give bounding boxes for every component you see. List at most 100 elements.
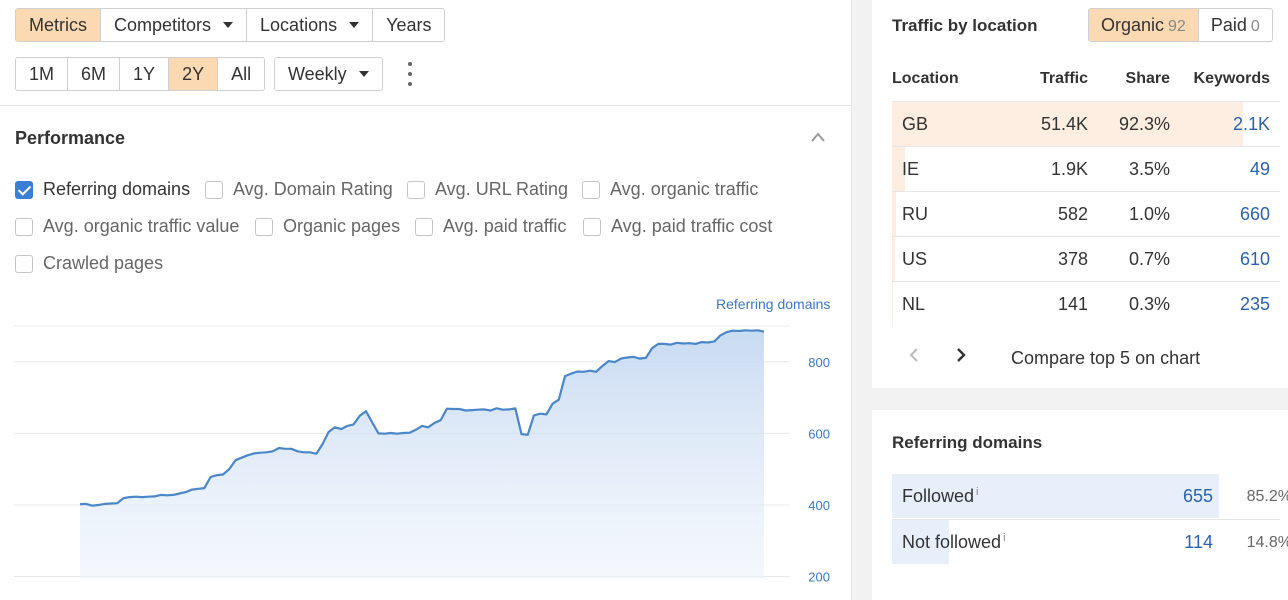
tab-locations-label: Locations xyxy=(260,15,338,35)
domains-percent: 85.2% xyxy=(1246,488,1288,505)
toggle-organic[interactable]: Organic 92 xyxy=(1089,9,1198,41)
report-tabs: Metrics Competitors Locations Years xyxy=(15,8,446,42)
traffic-cell: 582 xyxy=(1057,204,1088,224)
chevron-left-icon[interactable] xyxy=(908,346,920,364)
range-2y[interactable]: 2Y xyxy=(169,58,219,90)
traffic-by-location-card: Traffic by location Organic 92 Paid 0 Loca… xyxy=(872,0,1288,388)
chevron-right-icon[interactable] xyxy=(955,346,967,364)
traffic-cell: 1.9K xyxy=(1050,159,1088,179)
domains-count-link[interactable]: 655 xyxy=(1183,486,1213,507)
checkbox-box[interactable] xyxy=(255,217,273,236)
checkbox-box[interactable] xyxy=(15,217,33,236)
toggle-paid-label: Paid xyxy=(1210,15,1247,35)
table-row[interactable]: RU 582 1.0% 660 xyxy=(892,191,1280,236)
checkbox-label: Avg. paid traffic cost xyxy=(611,216,773,236)
info-icon[interactable]: i xyxy=(976,486,978,498)
list-item[interactable]: Not followed i 114 14.8% xyxy=(892,519,1288,564)
tab-years[interactable]: Years xyxy=(373,9,445,41)
checkbox-label: Organic pages xyxy=(283,216,401,236)
location-cell: US xyxy=(902,249,928,269)
column-share[interactable]: Share xyxy=(1126,70,1170,88)
checkbox-box[interactable] xyxy=(15,254,33,273)
share-cell: 1.0% xyxy=(1128,204,1170,224)
checkbox-box[interactable] xyxy=(583,217,601,236)
checkbox-label: Crawled pages xyxy=(43,253,164,273)
checkbox-avg-paid-traffic[interactable]: Avg. paid traffic xyxy=(415,216,566,237)
y-tick-label: 600 xyxy=(808,426,830,441)
link-type-text: Followed xyxy=(902,486,975,506)
y-tick-label: 400 xyxy=(808,498,830,513)
column-location[interactable]: Location xyxy=(892,70,959,88)
chart-area xyxy=(80,330,764,578)
traffic-cell: 378 xyxy=(1057,249,1088,269)
referring-domains-chart[interactable]: 800 600 400 200 xyxy=(0,318,852,600)
traffic-cell: 141 xyxy=(1057,294,1088,314)
keywords-link[interactable]: 660 xyxy=(1240,204,1270,225)
checkbox-avg-domain-rating[interactable]: Avg. Domain Rating xyxy=(205,179,393,200)
checkbox-avg-url-rating[interactable]: Avg. URL Rating xyxy=(407,179,568,200)
info-icon[interactable]: i xyxy=(1003,532,1005,544)
referring-domains-card: Referring domains Followed i 655 85.2% Not f… xyxy=(872,410,1288,600)
checkbox-crawled-pages[interactable]: Crawled pages xyxy=(15,253,163,274)
tab-metrics[interactable]: Metrics xyxy=(16,9,101,41)
link-type-label: Not followed i xyxy=(902,532,1006,553)
checkbox-avg-paid-traffic-cost[interactable]: Avg. paid traffic cost xyxy=(583,216,772,237)
checkbox-avg-organic-traffic-value[interactable]: Avg. organic traffic value xyxy=(15,216,239,237)
tab-competitors[interactable]: Competitors xyxy=(101,9,248,41)
toggle-paid[interactable]: Paid 0 xyxy=(1199,9,1272,41)
column-keywords[interactable]: Keywords xyxy=(1194,70,1270,88)
keywords-link[interactable]: 2.1K xyxy=(1233,114,1270,135)
domains-percent: 14.8% xyxy=(1246,534,1288,551)
toggle-organic-count: 92 xyxy=(1168,18,1186,35)
checkbox-label: Avg. paid traffic xyxy=(443,216,567,236)
interval-dropdown[interactable]: Weekly xyxy=(274,57,383,91)
checkbox-organic-pages[interactable]: Organic pages xyxy=(255,216,400,237)
checkbox-label: Avg. organic traffic xyxy=(610,179,759,199)
checkbox-box[interactable] xyxy=(15,180,33,199)
chart-legend: Referring domains xyxy=(716,296,831,312)
compare-top5-link[interactable]: Compare top 5 on chart xyxy=(1011,348,1200,369)
pagination xyxy=(908,346,967,364)
checkbox-label: Avg. Domain Rating xyxy=(233,179,393,199)
chevron-up-icon[interactable] xyxy=(810,130,826,144)
share-bar xyxy=(892,282,894,326)
location-cell: RU xyxy=(902,204,928,224)
location-cell: GB xyxy=(902,114,929,134)
share-bar xyxy=(892,192,896,236)
table-row[interactable]: NL 141 0.3% 235 xyxy=(892,281,1280,326)
checkbox-box[interactable] xyxy=(407,180,425,199)
performance-title: Performance xyxy=(15,128,126,148)
checkbox-box[interactable] xyxy=(415,217,433,236)
interval-select[interactable]: Weekly xyxy=(275,58,382,90)
checkbox-box[interactable] xyxy=(582,180,600,199)
domains-count-link[interactable]: 114 xyxy=(1184,532,1213,553)
keywords-link[interactable]: 49 xyxy=(1250,159,1270,180)
keywords-link[interactable]: 235 xyxy=(1240,294,1270,315)
checkbox-referring-domains[interactable]: Referring domains xyxy=(15,179,190,200)
range-1m[interactable]: 1M xyxy=(16,58,69,90)
more-options-icon[interactable] xyxy=(404,62,416,86)
range-6m[interactable]: 6M xyxy=(68,58,121,90)
checkbox-label: Avg. URL Rating xyxy=(435,179,569,199)
interval-label: Weekly xyxy=(288,64,347,84)
table-row[interactable]: GB 51.4K 92.3% 2.1K xyxy=(892,101,1280,146)
checkbox-label: Referring domains xyxy=(43,179,191,199)
table-row[interactable]: US 378 0.7% 610 xyxy=(892,236,1280,281)
share-cell: 0.7% xyxy=(1128,249,1170,269)
traffic-type-toggle: Organic 92 Paid 0 xyxy=(1088,8,1273,42)
traffic-title: Traffic by location xyxy=(892,16,1038,35)
tab-competitors-label: Competitors xyxy=(114,15,212,35)
checkbox-box[interactable] xyxy=(205,180,223,199)
y-tick-label: 800 xyxy=(808,355,830,370)
traffic-cell: 51.4K xyxy=(1040,114,1088,134)
tab-locations[interactable]: Locations xyxy=(247,9,374,41)
list-item[interactable]: Followed i 655 85.2% xyxy=(892,474,1288,518)
range-1y[interactable]: 1Y xyxy=(120,58,170,90)
checkbox-avg-organic-traffic[interactable]: Avg. organic traffic xyxy=(582,179,758,200)
table-row[interactable]: IE 1.9K 3.5% 49 xyxy=(892,146,1280,191)
column-traffic[interactable]: Traffic xyxy=(1040,70,1088,88)
range-all[interactable]: All xyxy=(218,58,265,90)
checkbox-label: Avg. organic traffic value xyxy=(43,216,240,236)
keywords-link[interactable]: 610 xyxy=(1240,249,1270,270)
y-tick-label: 200 xyxy=(808,570,830,585)
